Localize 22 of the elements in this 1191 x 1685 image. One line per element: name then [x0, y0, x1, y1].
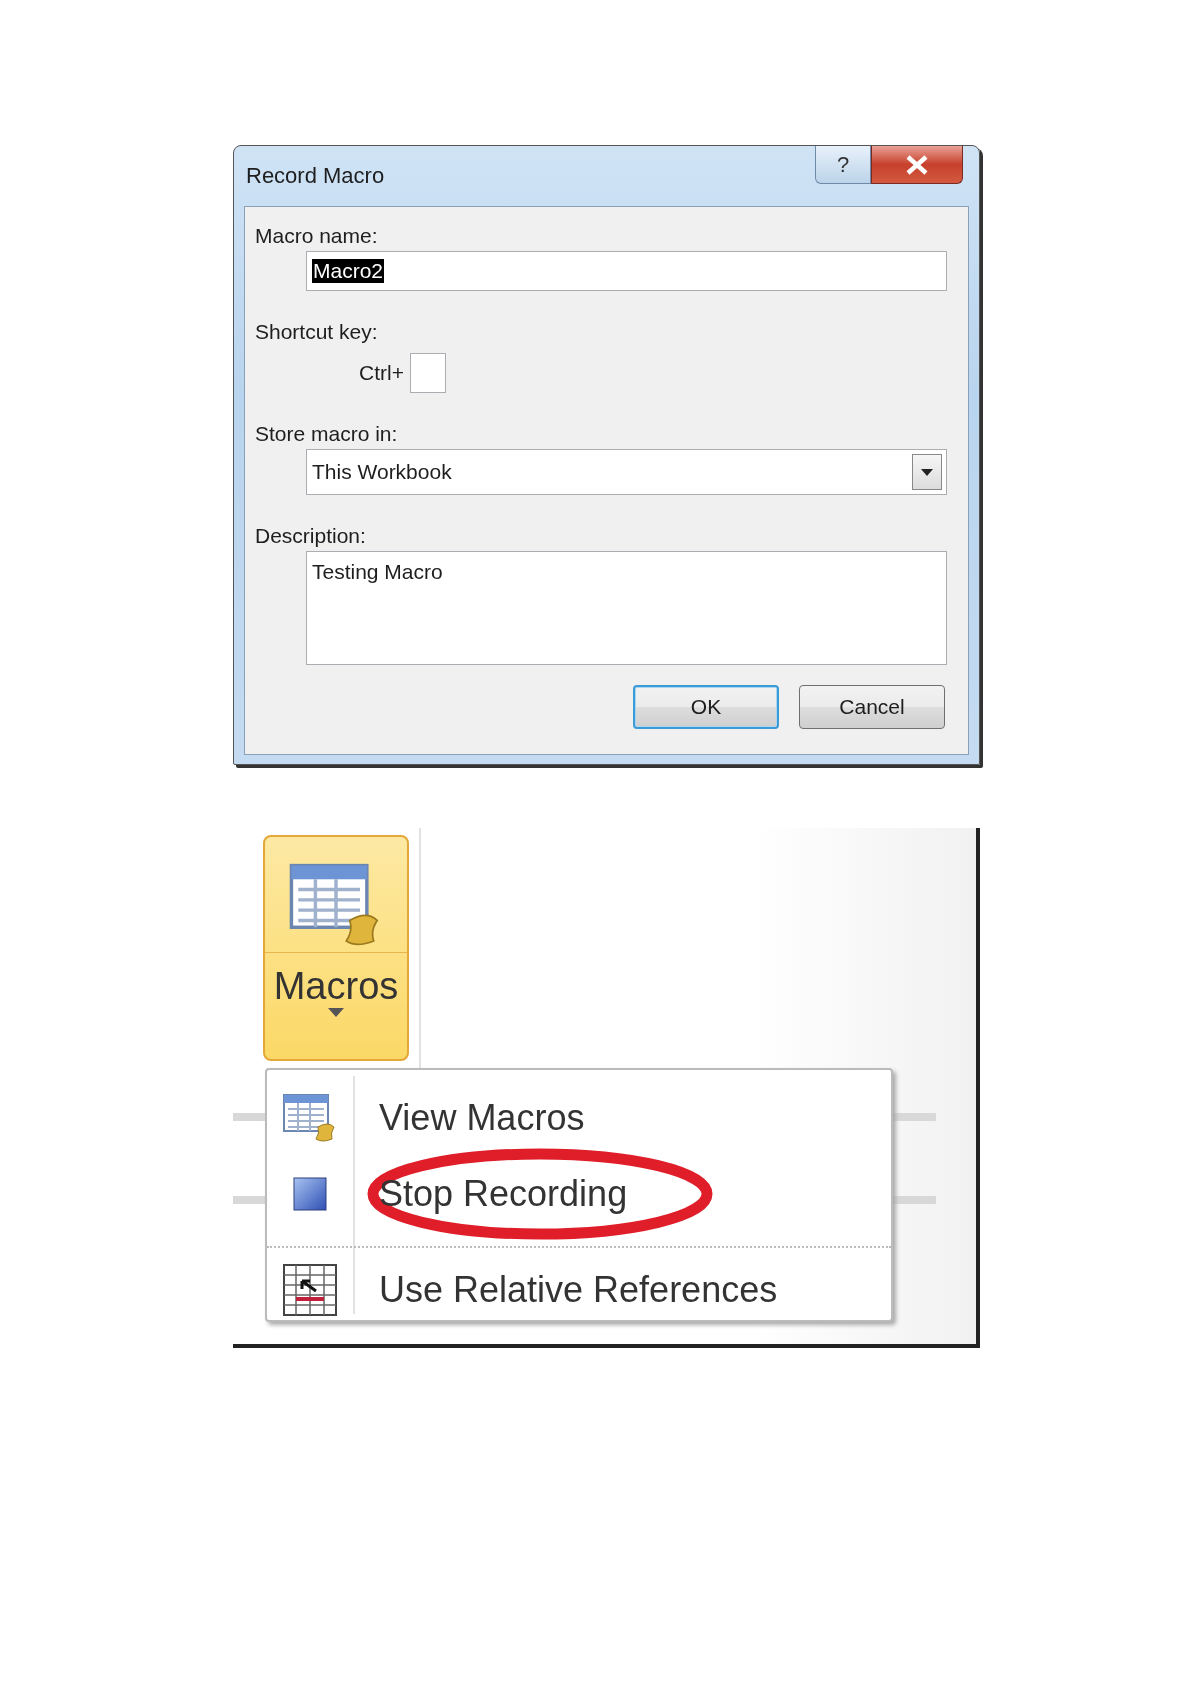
close-button[interactable] [871, 146, 963, 184]
stop-icon [293, 1177, 327, 1211]
dropdown-arrow-icon [921, 468, 933, 476]
ok-button[interactable]: OK [633, 685, 779, 729]
window-title: Record Macro [245, 163, 386, 189]
macros-button[interactable]: Macros [263, 835, 409, 1061]
macro-name-field[interactable]: Macro2 [306, 251, 947, 291]
field-label: Shortcut key: [255, 319, 379, 345]
close-icon [905, 154, 929, 175]
field-label: Macro name: [255, 223, 379, 249]
field-label: Store macro in: [255, 421, 399, 447]
shortcut-key-field[interactable] [409, 353, 446, 393]
grid-arrow-icon [282, 1263, 338, 1317]
store-macro-dropdown[interactable]: This Workbook [306, 449, 947, 495]
menu-item[interactable]: Use Relative References [379, 1269, 778, 1311]
cancel-button[interactable]: Cancel [799, 685, 945, 729]
menu-item[interactable]: View Macros [379, 1097, 585, 1139]
help-button[interactable]: ? [815, 146, 871, 184]
field-label: Description: [255, 523, 367, 549]
dropdown-arrow-icon [328, 1008, 344, 1017]
description-field[interactable]: Testing Macro [306, 551, 947, 665]
shortcut-prefix: Ctrl+ [359, 361, 404, 385]
